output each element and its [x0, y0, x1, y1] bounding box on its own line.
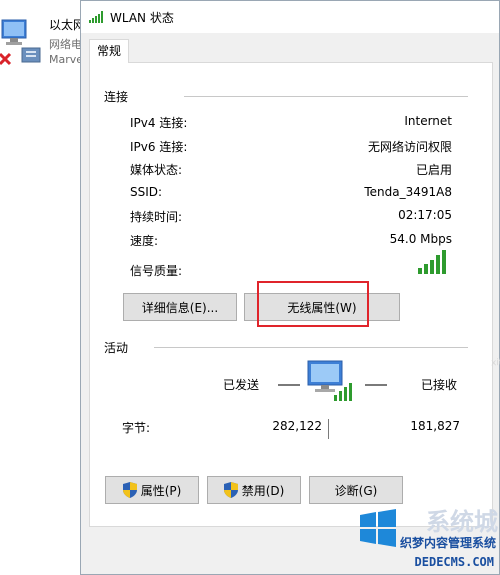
bytes-received-value: 181,827: [410, 419, 460, 433]
wlan-status-dialog: WLAN 状态 常规 连接 IPv4 连接: Internet IPv6 连接:…: [80, 0, 500, 575]
received-line: [365, 384, 387, 386]
received-label: 已接收: [421, 378, 458, 392]
tab-general[interactable]: 常规: [89, 39, 129, 63]
signal-strength-icon: [418, 250, 446, 274]
watermark-site-url: xitongcheng.com: [490, 355, 500, 369]
ssid-label: SSID:: [130, 185, 163, 199]
ipv6-value: 无网络访问权限: [367, 140, 452, 154]
watermark: 系统城 织梦内容管理系统 DEDECMS.COM: [340, 508, 500, 575]
signal-quality-label: 信号质量:: [130, 264, 183, 278]
connection-divider: [184, 96, 468, 97]
sent-line: [278, 384, 300, 386]
properties-button-label: 属性(P): [140, 483, 182, 498]
bytes-label: 字节:: [122, 421, 151, 435]
duration-label: 持续时间:: [130, 210, 183, 224]
ethernet-adapter-icon[interactable]: [0, 18, 44, 66]
sent-label: 已发送: [223, 378, 260, 392]
ipv6-label: IPv6 连接:: [130, 140, 188, 154]
media-state-label: 媒体状态:: [130, 163, 183, 177]
wifi-signal-icon: [89, 11, 103, 23]
duration-value: 02:17:05: [398, 208, 452, 222]
wireless-properties-button[interactable]: 无线属性(W): [244, 293, 400, 321]
ssid-value: Tenda_3491A8: [364, 185, 452, 199]
shield-icon: [223, 482, 238, 498]
connection-section-label: 连接: [104, 90, 129, 104]
details-button[interactable]: 详细信息(E)...: [123, 293, 237, 321]
properties-button[interactable]: 属性(P): [105, 476, 199, 504]
title-bar[interactable]: WLAN 状态: [81, 1, 499, 33]
bytes-sent-value: 282,122: [272, 419, 322, 433]
background-network-window: 以太网 网络电缆 Marvell: [0, 0, 93, 498]
shield-icon: [122, 482, 137, 498]
bytes-separator: [328, 419, 329, 439]
diagnose-button[interactable]: 诊断(G): [309, 476, 403, 504]
media-state-value: 已启用: [415, 163, 452, 177]
activity-divider: [154, 347, 468, 348]
network-computer-icon: [307, 360, 352, 401]
general-panel: 连接 IPv4 连接: Internet IPv6 连接: 无网络访问权限 媒体…: [89, 62, 493, 527]
windows-logo-icon: [360, 509, 396, 547]
watermark-brand-cn: 织梦内容管理系统: [399, 536, 496, 550]
activity-section-label: 活动: [104, 341, 129, 355]
speed-value: 54.0 Mbps: [389, 232, 452, 246]
disable-button[interactable]: 禁用(D): [207, 476, 301, 504]
watermark-domain: DEDECMS.COM: [414, 555, 494, 569]
watermark-brand: 系统城: [426, 508, 498, 536]
dialog-title: WLAN 状态: [110, 11, 174, 25]
disable-button-label: 禁用(D): [241, 483, 285, 498]
ipv4-value: Internet: [404, 114, 452, 128]
speed-label: 速度:: [130, 234, 159, 248]
ipv4-label: IPv4 连接:: [130, 116, 188, 130]
